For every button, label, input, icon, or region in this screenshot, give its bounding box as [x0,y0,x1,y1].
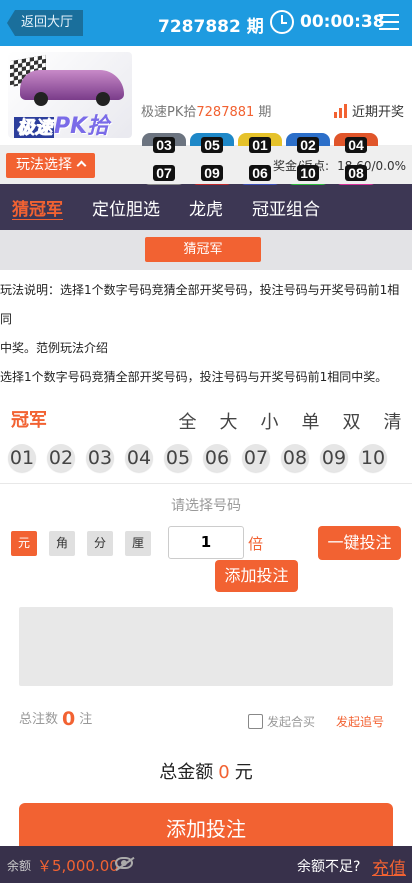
group-buy-checkbox[interactable] [248,714,263,729]
unit-jiao-button[interactable]: 角 [49,531,75,556]
unit-li-button[interactable]: 厘 [125,531,151,556]
last-draw-label: 极速PK拾7287881 期 [141,105,272,120]
subtab-bar: 猜冠军 [0,230,412,270]
one-click-bet-button[interactable]: 一键投注 [318,526,401,560]
low-balance-label: 余额不足? [297,859,361,875]
countdown-timer: 00:00:38 [300,12,385,32]
rebate-info: 奖金/返点:18.60/0.0% [273,159,406,173]
hide-balance-icon[interactable] [115,857,133,869]
quick-even-button[interactable]: 双 [341,408,362,434]
quick-clear-button[interactable]: 清 [382,408,403,434]
total-amount: 总金额 0 元 [159,762,253,783]
clock-icon [270,10,294,34]
tab-position[interactable]: 定位胆选 [92,195,160,220]
subtab-guess-champion[interactable]: 猜冠军 [145,237,261,262]
unit-fen-button[interactable]: 分 [87,531,113,556]
select-hint: 请选择号码 [171,498,241,514]
number-ball[interactable]: 02 [47,444,75,472]
balance-value: ￥5,000.00 [37,857,119,875]
rules-link[interactable]: 玩法介绍 [60,341,108,355]
chevron-up-icon [76,160,87,171]
number-ball[interactable]: 03 [86,444,114,472]
add-bet-button[interactable]: 添加投注 [215,560,298,592]
unit-yuan-button[interactable]: 元 [11,531,37,556]
quick-all-button[interactable]: 全 [177,408,198,434]
number-balls: 01 02 03 04 05 06 07 08 09 10 [8,444,387,472]
multiple-unit: 倍 [248,535,264,553]
number-ball[interactable]: 10 [359,444,387,472]
number-pick-area: 冠军 全大小单双清 01 02 03 04 05 06 07 08 09 10 [0,392,412,484]
play-description: 玩法说明：选择1个数字号码竞猜全部开奖号码，投注号码与开奖号码前1相同 中奖。范… [0,283,400,384]
number-ball[interactable]: 05 [164,444,192,472]
number-ball[interactable]: 06 [203,444,231,472]
example-link[interactable]: 范例 [36,341,60,355]
back-to-lobby-button[interactable]: 返回大厅 [7,10,83,36]
quick-odd-button[interactable]: 单 [300,408,321,434]
balance-footer: 余额 ￥5,000.00 余额不足? 充值 [0,846,412,883]
play-tabs: 猜冠军 定位胆选 龙虎 冠亚组合 [0,184,412,230]
bar-chart-icon [333,103,348,118]
game-logo: 极速PK拾 [8,52,132,138]
recent-draws-link[interactable]: 近期开奖 [333,101,404,120]
tab-champion-combo[interactable]: 冠亚组合 [252,195,320,220]
quick-select: 全大小单双清 [177,408,403,434]
menu-icon[interactable] [379,14,399,31]
number-ball[interactable]: 04 [125,444,153,472]
quick-small-button[interactable]: 小 [259,408,280,434]
quick-big-button[interactable]: 大 [218,408,239,434]
number-ball[interactable]: 01 [8,444,36,472]
chase-number-link[interactable]: 发起追号 [336,713,384,730]
number-ball[interactable]: 09 [320,444,348,472]
last-draw-period: 7287881 [196,105,255,120]
group-buy-toggle[interactable]: 发起合买 [248,713,315,730]
multiple-input[interactable]: 1 [168,526,244,559]
recharge-link[interactable]: 充值 [372,854,406,879]
number-ball[interactable]: 08 [281,444,309,472]
tab-guess-champion[interactable]: 猜冠军 [12,195,63,220]
play-select-button[interactable]: 玩法选择 [6,153,95,178]
pick-title: 冠军 [11,410,47,431]
tab-dragon-tiger[interactable]: 龙虎 [189,195,223,220]
total-bets: 总注数 0 注 [19,708,93,730]
draw-panel: 极速PK拾 极速PK拾7287881 期 近期开奖 03 05 01 02 04 07 0… [0,46,412,185]
number-ball[interactable]: 07 [242,444,270,472]
balance-label: 余额 [7,859,32,873]
current-period: 7287882 期 [158,17,264,37]
bet-slip-area [19,607,393,686]
top-header: 返回大厅 7287882 期 00:00:38 [0,0,412,46]
